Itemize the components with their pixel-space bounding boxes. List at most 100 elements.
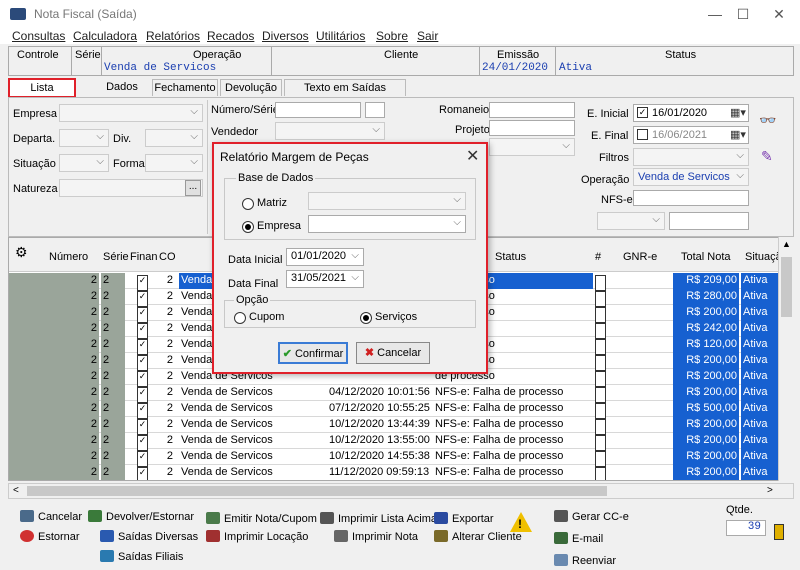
projeto-input[interactable] bbox=[489, 120, 575, 136]
table-row[interactable]: 2 2 ✓ 2 Venda de Servicos 10/12/2020 14:55:38… bbox=[9, 449, 785, 467]
col-finan[interactable]: Finan bbox=[130, 251, 158, 263]
col-situacao[interactable]: Situaçã bbox=[745, 251, 782, 263]
calendar-icon[interactable]: ▦▾ bbox=[730, 106, 746, 119]
exportar-button[interactable]: Exportar bbox=[434, 512, 494, 525]
nfse-status-select[interactable] bbox=[597, 212, 665, 230]
data-inicial-picker[interactable]: 01/01/2020 bbox=[286, 248, 364, 266]
empresa-select[interactable] bbox=[59, 104, 203, 122]
col-serie[interactable]: Série bbox=[103, 251, 129, 263]
scroll-thumb[interactable] bbox=[27, 486, 607, 496]
col-numero[interactable]: Número bbox=[49, 251, 88, 263]
alterar-cliente-button[interactable]: Alterar Cliente bbox=[434, 530, 522, 543]
minimize-button[interactable]: — bbox=[700, 4, 730, 24]
serie-input[interactable] bbox=[365, 102, 385, 118]
tab-fechamento[interactable]: Fechamento bbox=[152, 79, 218, 96]
cancelar-dialog-button[interactable]: ✖ Cancelar bbox=[356, 342, 430, 364]
exit-door-icon[interactable] bbox=[774, 524, 784, 540]
nfse-input[interactable] bbox=[633, 190, 749, 206]
situacao-select[interactable] bbox=[59, 154, 109, 172]
e-inicial-date[interactable]: ✓ 16/01/2020 ▦▾ bbox=[633, 104, 749, 122]
menu-sobre[interactable]: Sobre bbox=[376, 29, 408, 43]
tab-devolucao[interactable]: Devolução bbox=[220, 79, 282, 96]
e-inicial-value: 16/01/2020 bbox=[652, 107, 708, 119]
estornar-button[interactable]: Estornar bbox=[20, 530, 80, 543]
scroll-thumb[interactable] bbox=[781, 257, 792, 317]
servicos-radio[interactable] bbox=[360, 312, 372, 324]
cancelar-action-button[interactable]: Cancelar bbox=[20, 510, 82, 523]
departa-select[interactable] bbox=[59, 129, 109, 147]
scroll-left-icon[interactable]: < bbox=[13, 485, 19, 496]
imprimir-nota-button[interactable]: Imprimir Nota bbox=[334, 530, 418, 543]
matriz-select[interactable] bbox=[308, 192, 466, 210]
col-co[interactable]: CO bbox=[159, 251, 176, 263]
operacao-cell: Venda de Servicos bbox=[181, 402, 273, 414]
tab-lista[interactable]: Lista bbox=[8, 78, 76, 98]
devolver-button[interactable]: Devolver/Estornar bbox=[88, 510, 194, 523]
col-gnre[interactable]: GNR-e bbox=[623, 251, 657, 263]
dialog-close-button[interactable]: ✕ bbox=[466, 146, 479, 166]
margem-pecas-dialog: Relatório Margem de Peças ✕ Base de Dado… bbox=[212, 142, 488, 374]
col-total[interactable]: Total Nota bbox=[681, 251, 731, 263]
vertical-scrollbar[interactable]: ▲ bbox=[778, 237, 794, 481]
eraser-icon[interactable]: ✎ bbox=[761, 148, 773, 165]
filtros-select[interactable] bbox=[633, 148, 749, 166]
datetime-cell: 04/12/2020 10:01:56 bbox=[329, 386, 430, 398]
tab-texto-saidas[interactable]: Texto em Saídas Diversas bbox=[284, 79, 406, 110]
saidas-filiais-button[interactable]: Saídas Filiais bbox=[100, 550, 183, 563]
cupom-radio[interactable] bbox=[234, 312, 246, 324]
settings-icon[interactable]: ⚙ bbox=[15, 244, 28, 261]
table-row[interactable]: 2 2 ✓ 2 Venda de Servicos 07/12/2020 10:55:25… bbox=[9, 401, 785, 419]
hash-checkbox[interactable] bbox=[595, 467, 606, 480]
maximize-button[interactable]: ☐ bbox=[728, 4, 758, 24]
numero-input[interactable] bbox=[275, 102, 361, 118]
div-select[interactable] bbox=[145, 129, 203, 147]
empresa-dialog-select[interactable] bbox=[308, 215, 466, 233]
empresa-radio[interactable] bbox=[242, 221, 254, 233]
dialog-title: Relatório Margem de Peças bbox=[220, 150, 369, 164]
title-bar: Nota Fiscal (Saída) — ☐ ✕ bbox=[0, 0, 800, 28]
finan-checkbox[interactable]: ✓ bbox=[137, 467, 148, 480]
romaneio-input[interactable] bbox=[489, 102, 575, 118]
table-row[interactable]: 2 2 ✓ 2 Venda de Servicos 10/12/2020 13:44:39… bbox=[9, 417, 785, 435]
matriz-radio[interactable] bbox=[242, 198, 254, 210]
nfse-number-input[interactable] bbox=[669, 212, 749, 230]
menu-relatorios[interactable]: Relatórios bbox=[146, 29, 200, 43]
menu-sair[interactable]: Sair bbox=[417, 29, 438, 43]
checkbox-checked-icon[interactable]: ✓ bbox=[637, 107, 648, 118]
email-button[interactable]: E-mail bbox=[554, 532, 603, 545]
table-row[interactable]: 2 2 ✓ 2 Venda de Servicos 10/12/2020 13:55:00… bbox=[9, 433, 785, 451]
imprimir-lista-button[interactable]: Imprimir Lista Acima bbox=[320, 512, 437, 525]
vendedor-select[interactable] bbox=[275, 122, 385, 140]
calendar-icon[interactable]: ▦▾ bbox=[730, 128, 746, 141]
operacao-select[interactable]: Venda de Servicos bbox=[633, 168, 749, 186]
col-hash[interactable]: # bbox=[595, 251, 601, 263]
status-cell: NFS-e: Falha de processo bbox=[435, 418, 564, 430]
saidas-diversas-button[interactable]: Saídas Diversas bbox=[100, 530, 198, 543]
emitir-nota-button[interactable]: Emitir Nota/Cupom bbox=[206, 512, 317, 525]
reenviar-button[interactable]: Reenviar bbox=[554, 554, 616, 567]
glasses-icon[interactable]: 👓 bbox=[759, 112, 776, 129]
gerar-cce-button[interactable]: Gerar CC-e bbox=[554, 510, 629, 523]
table-row[interactable]: 2 2 ✓ 2 Venda de Servicos 04/12/2020 10:01:56… bbox=[9, 385, 785, 403]
e-final-date[interactable]: 16/06/2021 ▦▾ bbox=[633, 126, 749, 144]
horizontal-scrollbar[interactable]: < > bbox=[8, 483, 794, 499]
confirmar-button[interactable]: ✔ Confirmar bbox=[278, 342, 348, 364]
col-status[interactable]: Status bbox=[495, 251, 526, 263]
imprimir-locacao-button[interactable]: Imprimir Locação bbox=[206, 530, 308, 543]
extra-select[interactable] bbox=[489, 138, 575, 156]
tab-dados[interactable]: Dados bbox=[94, 79, 150, 96]
table-row[interactable]: 2 2 ✓ 2 Venda de Servicos 11/12/2020 09:59:13… bbox=[9, 465, 785, 480]
menu-recados[interactable]: Recados bbox=[207, 29, 254, 43]
forma-select[interactable] bbox=[145, 154, 203, 172]
natureza-search-button[interactable]: ... bbox=[185, 180, 201, 196]
data-final-picker[interactable]: 31/05/2021 bbox=[286, 270, 364, 288]
menu-calculadora[interactable]: Calculadora bbox=[73, 29, 137, 43]
close-button[interactable]: ✕ bbox=[764, 4, 794, 24]
checkbox-unchecked-icon[interactable] bbox=[637, 129, 648, 140]
natureza-input[interactable] bbox=[59, 179, 203, 197]
menu-utilitarios[interactable]: Utilitários bbox=[316, 29, 365, 43]
scroll-up-icon[interactable]: ▲ bbox=[782, 239, 791, 249]
menu-consultas[interactable]: Consultas bbox=[12, 29, 65, 43]
menu-diversos[interactable]: Diversos bbox=[262, 29, 309, 43]
scroll-right-icon[interactable]: > bbox=[767, 485, 773, 496]
